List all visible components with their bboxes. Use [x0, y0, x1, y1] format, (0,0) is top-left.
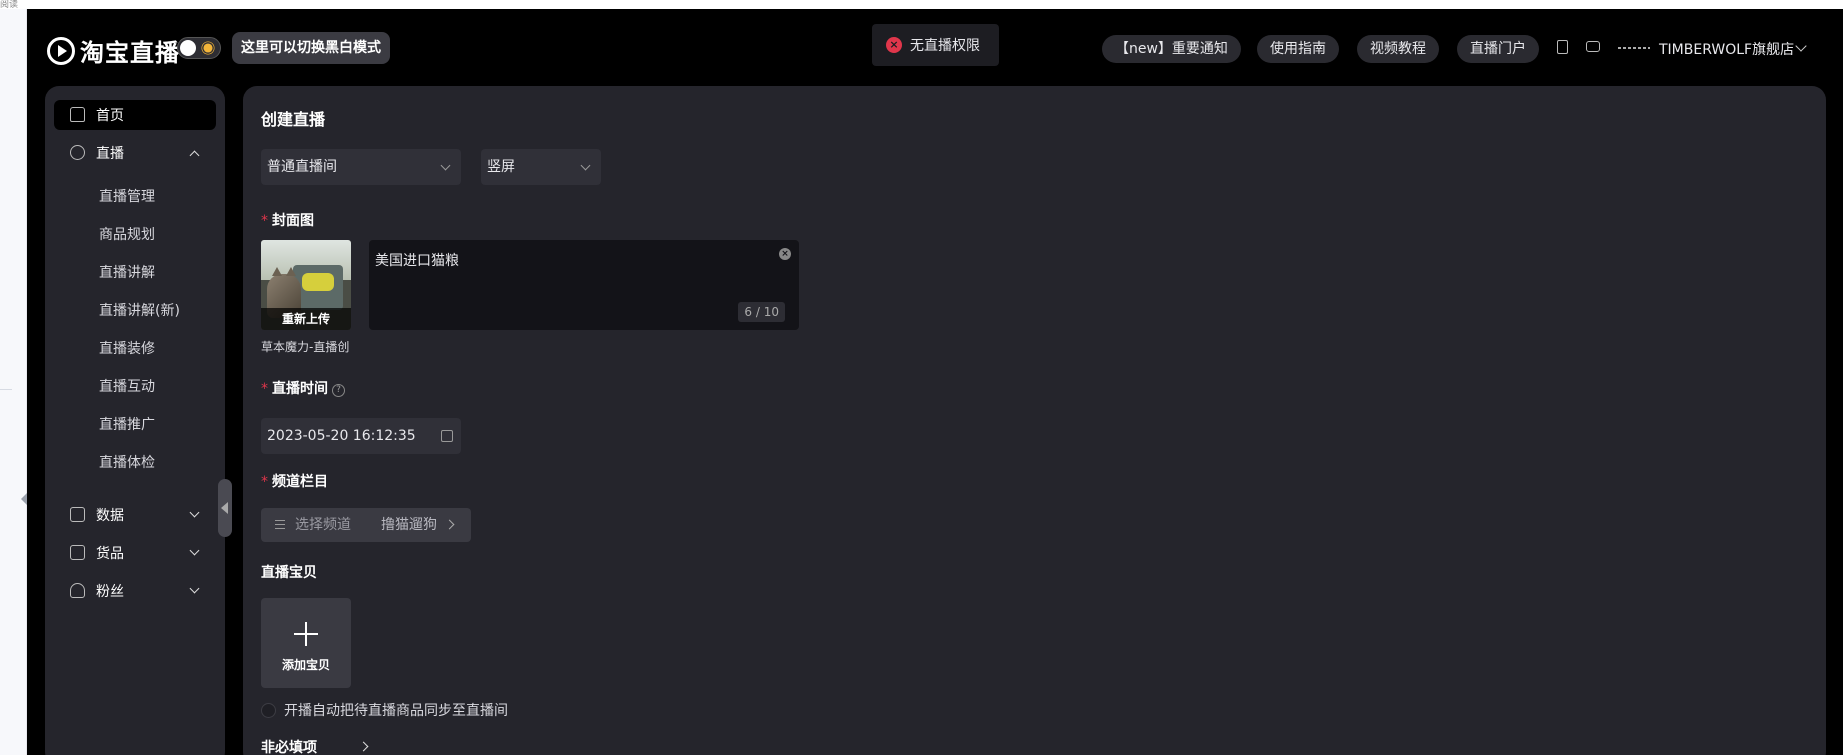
chevron-right-icon[interactable]: [358, 741, 369, 752]
required-mark: *: [261, 213, 268, 229]
chevron-down-icon: [580, 160, 591, 171]
live-portal-link[interactable]: 直播门户: [1457, 35, 1539, 63]
required-mark: *: [261, 474, 268, 490]
logo[interactable]: 淘宝直播: [47, 33, 180, 68]
cover-caption: 草本魔力-直播创: [261, 340, 350, 354]
live-icon: [70, 145, 85, 160]
add-item-label: 添加宝贝: [281, 658, 330, 672]
sidebar-subitem-live-check[interactable]: 直播体检: [99, 452, 155, 472]
guide-link[interactable]: 使用指南: [1257, 35, 1339, 63]
sidebar-subitem-live-decor[interactable]: 直播装修: [99, 338, 155, 358]
sidebar-subitem-live-promote[interactable]: 直播推广: [99, 414, 155, 434]
shop-logo: [1618, 47, 1650, 49]
channel-placeholder: 选择频道: [295, 517, 351, 533]
cover-label: * 封面图: [261, 213, 314, 229]
chevron-down-icon[interactable]: [1795, 40, 1807, 52]
sidebar-collapse-handle[interactable]: [218, 479, 232, 537]
sidebar: 首页 直播 直播管理 商品规划 直播讲解 直播讲解(新) 直播装修 直播互动 直…: [45, 86, 225, 755]
chevron-down-icon: [440, 160, 451, 171]
orientation-select[interactable]: 竖屏: [481, 149, 601, 185]
important-notice-link[interactable]: 【new】重要通知: [1102, 35, 1241, 63]
sync-option-label: 开播自动把待直播商品同步至直播间: [284, 703, 508, 719]
channel-selector[interactable]: 选择频道 撸猫遛狗: [261, 508, 471, 542]
goods-icon: [70, 545, 85, 560]
items-label: 直播宝贝: [261, 565, 317, 581]
sidebar-subitem-goods-plan[interactable]: 商品规划: [99, 224, 155, 244]
browser-left-strip: [0, 9, 27, 755]
data-icon: [70, 507, 85, 522]
doc-icon[interactable]: [1557, 40, 1568, 54]
help-icon[interactable]: ?: [332, 384, 345, 397]
strip-divider: [0, 389, 12, 390]
sidebar-item-label: 数据: [96, 508, 124, 524]
list-icon: [275, 520, 285, 529]
required-mark: *: [261, 381, 268, 397]
optional-fields-toggle[interactable]: 非必填项: [261, 737, 317, 755]
reupload-button[interactable]: 重新上传: [261, 308, 351, 330]
title-char-count: 6 / 10: [738, 302, 785, 322]
sidebar-item-live[interactable]: 直播: [54, 138, 216, 168]
live-time-picker[interactable]: 2023-05-20 16:12:35: [261, 418, 461, 454]
error-toast: × 无直播权限: [872, 24, 999, 66]
room-type-select[interactable]: 普通直播间: [261, 149, 461, 185]
sidebar-item-label: 粉丝: [96, 584, 124, 600]
fans-icon: [70, 583, 85, 598]
chevron-down-icon: [189, 545, 200, 556]
sidebar-item-fans[interactable]: 粉丝: [54, 576, 216, 606]
sidebar-subitem-live-manage[interactable]: 直播管理: [99, 186, 155, 206]
sun-icon: [203, 43, 213, 53]
chevron-down-icon: [189, 583, 200, 594]
live-title-input[interactable]: 美国进口猫粮 × 6 / 10: [369, 240, 799, 330]
sync-option[interactable]: 开播自动把待直播商品同步至直播间: [261, 700, 508, 720]
channel-label: * 频道栏目: [261, 474, 328, 490]
sync-radio[interactable]: [261, 702, 276, 718]
main-panel: 创建直播 普通直播间 竖屏 * 封面图 重新上传 草本魔力-直播创 美国进口猫粮 …: [243, 86, 1826, 755]
sidebar-item-label: 直播: [96, 146, 124, 162]
clear-icon[interactable]: ×: [779, 248, 791, 260]
add-item-button[interactable]: 添加宝贝: [261, 598, 351, 688]
sidebar-subitem-live-explain[interactable]: 直播讲解: [99, 262, 155, 282]
video-tutorial-link[interactable]: 视频教程: [1357, 35, 1439, 63]
chevron-up-icon: [189, 150, 200, 161]
sidebar-item-goods[interactable]: 货品: [54, 538, 216, 568]
cover-image[interactable]: 重新上传: [261, 240, 351, 330]
header: 淘宝直播 这里可以切换黑白模式 × 无直播权限 【new】重要通知 使用指南 视…: [27, 9, 1843, 85]
chevron-right-icon: [444, 519, 455, 530]
theme-toggle[interactable]: [177, 37, 221, 59]
chevron-down-icon: [189, 507, 200, 518]
sidebar-item-label: 首页: [96, 108, 124, 124]
logo-text: 淘宝直播: [80, 39, 180, 67]
calendar-icon: [441, 430, 453, 442]
error-icon: ×: [886, 37, 902, 53]
orientation-value: 竖屏: [487, 159, 515, 175]
toggle-knob: [180, 40, 196, 56]
sidebar-item-data[interactable]: 数据: [54, 500, 216, 530]
chat-icon[interactable]: [1586, 41, 1600, 52]
browser-top-strip: 阅读: [0, 0, 1843, 10]
sidebar-item-home[interactable]: 首页: [54, 100, 216, 130]
page-title: 创建直播: [261, 110, 326, 129]
plus-icon: [294, 622, 318, 646]
room-type-value: 普通直播间: [267, 159, 337, 175]
app-window: 淘宝直播 这里可以切换黑白模式 × 无直播权限 【new】重要通知 使用指南 视…: [27, 9, 1843, 755]
sidebar-subitem-live-interact[interactable]: 直播互动: [99, 376, 155, 396]
channel-value: 撸猫遛狗: [381, 517, 437, 533]
mode-switch-button[interactable]: 这里可以切换黑白模式: [232, 32, 390, 64]
home-icon: [70, 107, 85, 122]
time-label: * 直播时间?: [261, 378, 345, 398]
logo-play-icon: [47, 36, 75, 65]
live-time-value: 2023-05-20 16:12:35: [267, 428, 416, 444]
shop-name[interactable]: TIMBERWOLF旗舰店: [1659, 39, 1794, 59]
toast-message: 无直播权限: [910, 38, 980, 54]
live-title-value: 美国进口猫粮: [375, 253, 459, 269]
sidebar-subitem-live-explain-new[interactable]: 直播讲解(新): [99, 300, 180, 320]
sidebar-item-label: 货品: [96, 546, 124, 562]
